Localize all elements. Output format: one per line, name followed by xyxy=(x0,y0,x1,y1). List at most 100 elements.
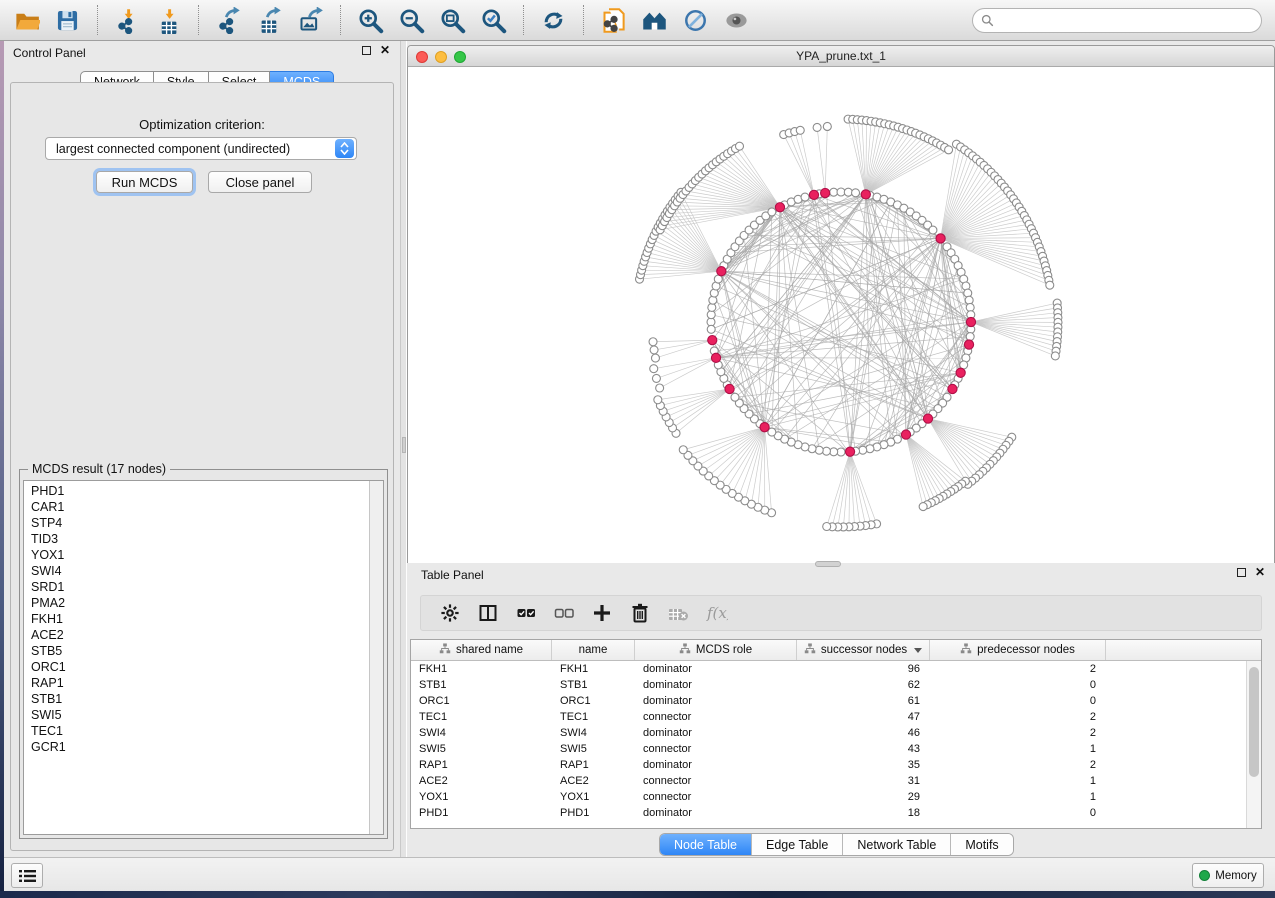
mcds-result-item[interactable]: SRD1 xyxy=(31,579,368,595)
column-header-MCDS-role[interactable]: MCDS role xyxy=(635,640,797,660)
satellite-node[interactable] xyxy=(650,365,658,373)
ring-node[interactable] xyxy=(709,296,717,304)
network-canvas[interactable] xyxy=(408,67,1274,563)
satellite-node[interactable] xyxy=(945,146,953,154)
run-mcds-button[interactable]: Run MCDS xyxy=(96,171,193,193)
tab-motifs[interactable]: Motifs xyxy=(950,834,1012,855)
zoom-selected-icon[interactable] xyxy=(473,3,514,37)
satellite-node[interactable] xyxy=(919,503,927,511)
zoom-out-icon[interactable] xyxy=(391,3,432,37)
export-table-icon[interactable] xyxy=(249,3,290,37)
mcds-result-item[interactable]: ORC1 xyxy=(31,659,368,675)
satellite-node[interactable] xyxy=(796,126,804,134)
mcds-hub-node[interactable] xyxy=(725,384,734,393)
settings-icon[interactable] xyxy=(431,598,469,628)
table-row[interactable]: TEC1TEC1connector472 xyxy=(411,709,1246,725)
vertical-splitter[interactable] xyxy=(400,41,407,857)
zoom-in-icon[interactable] xyxy=(350,3,391,37)
satellite-node[interactable] xyxy=(1046,281,1054,289)
mcds-hub-node[interactable] xyxy=(948,384,957,393)
mcds-hub-node[interactable] xyxy=(708,335,717,344)
network-graph[interactable] xyxy=(408,67,1274,563)
column-header-shared-name[interactable]: shared name xyxy=(411,640,552,660)
mcds-hub-node[interactable] xyxy=(717,267,726,276)
ring-node[interactable] xyxy=(866,445,874,453)
satellite-node[interactable] xyxy=(652,374,660,382)
close-table-panel-icon[interactable]: ✕ xyxy=(1255,568,1265,577)
table-row[interactable]: ACE2ACE2connector311 xyxy=(411,773,1246,789)
mcds-hub-node[interactable] xyxy=(809,190,818,199)
select-all-icon[interactable] xyxy=(507,598,545,628)
hide-visualization-icon[interactable] xyxy=(675,3,716,37)
mcds-result-item[interactable]: STP4 xyxy=(31,515,368,531)
mcds-result-item[interactable]: TEC1 xyxy=(31,723,368,739)
satellite-node[interactable] xyxy=(813,123,821,131)
table-row[interactable]: SWI4SWI4dominator462 xyxy=(411,725,1246,741)
ring-node[interactable] xyxy=(966,333,974,341)
mcds-result-item[interactable]: SWI4 xyxy=(31,563,368,579)
table-row[interactable]: STB1STB1dominator620 xyxy=(411,677,1246,693)
table-row[interactable]: SWI5SWI5connector431 xyxy=(411,741,1246,757)
tab-network-table[interactable]: Network Table xyxy=(842,834,950,855)
mcds-result-item[interactable]: RAP1 xyxy=(31,675,368,691)
satellite-node[interactable] xyxy=(679,446,687,454)
table-scrollbar[interactable] xyxy=(1246,661,1261,828)
mcds-hub-node[interactable] xyxy=(760,423,769,432)
column-header-successor-nodes[interactable]: successor nodes xyxy=(797,640,930,660)
table-scrollbar-thumb[interactable] xyxy=(1249,667,1259,777)
splitter-handle[interactable] xyxy=(402,437,406,453)
mcds-result-item[interactable]: PMA2 xyxy=(31,595,368,611)
satellite-node[interactable] xyxy=(650,346,658,354)
ring-node[interactable] xyxy=(929,226,937,234)
mcds-hub-node[interactable] xyxy=(901,430,910,439)
search-network-icon[interactable] xyxy=(634,3,675,37)
refresh-icon[interactable] xyxy=(533,3,574,37)
mcds-result-item[interactable]: SWI5 xyxy=(31,707,368,723)
zoom-fit-icon[interactable] xyxy=(432,3,473,37)
ring-node[interactable] xyxy=(815,446,823,454)
satellite-node[interactable] xyxy=(1051,352,1059,360)
deselect-all-icon[interactable] xyxy=(545,598,583,628)
window-close-button[interactable] xyxy=(416,51,428,63)
table-row[interactable]: YOX1YOX1connector291 xyxy=(411,789,1246,805)
add-row-icon[interactable] xyxy=(583,598,621,628)
ring-node[interactable] xyxy=(731,393,739,401)
save-session-icon[interactable] xyxy=(47,3,88,37)
open-session-icon[interactable] xyxy=(6,3,47,37)
mcds-hub-node[interactable] xyxy=(711,353,720,362)
mcds-hub-node[interactable] xyxy=(966,317,975,326)
mcds-result-item[interactable]: TID3 xyxy=(31,531,368,547)
mcds-hub-node[interactable] xyxy=(956,368,965,377)
window-minimize-button[interactable] xyxy=(435,51,447,63)
ring-node[interactable] xyxy=(964,289,972,297)
import-table-icon[interactable] xyxy=(148,3,189,37)
float-table-panel-icon[interactable] xyxy=(1237,568,1246,577)
satellite-node[interactable] xyxy=(654,396,662,404)
export-image-icon[interactable] xyxy=(290,3,331,37)
close-panel-button[interactable]: Close panel xyxy=(208,171,312,193)
column-header-name[interactable]: name xyxy=(552,640,635,660)
column-header-predecessor-nodes[interactable]: predecessor nodes xyxy=(930,640,1106,660)
table-row[interactable]: PHD1PHD1dominator180 xyxy=(411,805,1246,821)
mcds-hub-node[interactable] xyxy=(845,447,854,456)
mcds-hub-node[interactable] xyxy=(923,414,932,423)
table-row[interactable]: ORC1ORC1dominator610 xyxy=(411,693,1246,709)
criterion-dropdown[interactable]: largest connected component (undirected) xyxy=(45,137,357,160)
satellite-node[interactable] xyxy=(651,354,659,362)
mcds-hub-node[interactable] xyxy=(861,190,870,199)
satellite-node[interactable] xyxy=(649,338,657,346)
mcds-list-scrollbar[interactable] xyxy=(369,481,383,834)
tab-node-table[interactable]: Node Table xyxy=(660,834,751,855)
table-row[interactable]: RAP1RAP1dominator352 xyxy=(411,757,1246,773)
table-row[interactable]: FKH1FKH1dominator962 xyxy=(411,661,1246,677)
mcds-hub-node[interactable] xyxy=(936,234,945,243)
mcds-result-item[interactable]: FKH1 xyxy=(31,611,368,627)
ring-node[interactable] xyxy=(801,193,809,201)
export-network-icon[interactable] xyxy=(208,3,249,37)
import-network-icon[interactable] xyxy=(107,3,148,37)
mcds-result-item[interactable]: YOX1 xyxy=(31,547,368,563)
float-panel-icon[interactable] xyxy=(362,46,371,55)
satellite-node[interactable] xyxy=(823,523,831,531)
close-panel-icon[interactable]: ✕ xyxy=(380,46,390,55)
mcds-hub-node[interactable] xyxy=(964,340,973,349)
